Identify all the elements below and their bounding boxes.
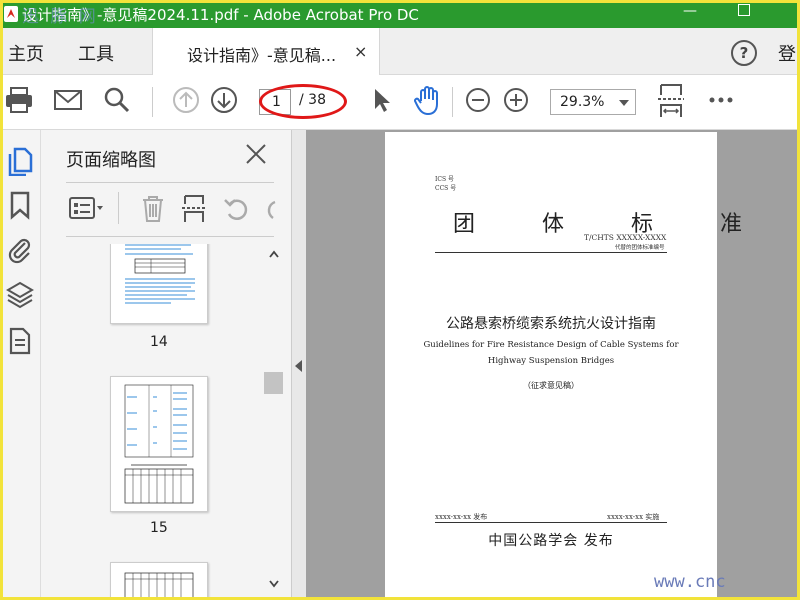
thumbnail-panel: 页面缩略图 14 15 — [41, 130, 292, 600]
panel-title: 页面缩略图 — [66, 150, 156, 171]
document-title-en-line2: Highway Suspension Bridges — [487, 356, 615, 366]
attachment-icon[interactable] — [6, 234, 34, 264]
login-button[interactable]: 登 — [778, 40, 796, 66]
standard-number: T/CHTS XXXXX-XXXX — [584, 233, 667, 242]
document-view[interactable]: ICS 号 CCS 号 团 体 标 准 T/CHTS XXXXX-XXXX 代替… — [306, 130, 800, 600]
rotate-clockwise-icon[interactable] — [263, 194, 277, 224]
next-page-icon[interactable] — [209, 85, 239, 115]
bottom-watermark: www.cnc — [654, 572, 726, 592]
print-icon[interactable] — [4, 85, 34, 115]
ccs-label: CCS 号 — [435, 185, 457, 192]
document-tab-label: 设计指南》-意见稿... — [187, 46, 337, 65]
rotate-counterclockwise-icon[interactable] — [223, 194, 251, 224]
hand-tool-icon[interactable] — [412, 85, 444, 117]
navigation-rail — [0, 130, 41, 600]
insert-page-icon[interactable] — [181, 194, 209, 224]
close-panel-icon[interactable] — [244, 142, 268, 166]
zoom-in-icon[interactable] — [501, 85, 531, 115]
email-icon[interactable] — [53, 85, 83, 115]
title-bar: 设计指南》-意见稿2024.11.pdf - Adobe Acrobat Pro… — [0, 0, 800, 28]
layers-icon[interactable] — [6, 280, 34, 310]
thumbnail-page-16[interactable] — [110, 562, 208, 600]
maximize-button[interactable] — [738, 1, 750, 16]
thumbnail-page-number: 15 — [150, 520, 168, 536]
more-options-icon[interactable] — [706, 85, 736, 115]
close-tab-icon[interactable]: × — [354, 42, 367, 61]
scroll-down-icon[interactable] — [269, 580, 279, 588]
tools-menu[interactable]: 工具 — [78, 40, 114, 66]
thumbnail-page-number: 14 — [150, 334, 168, 350]
delete-page-icon[interactable] — [139, 194, 167, 224]
thumbnail-page-15[interactable] — [110, 376, 208, 512]
zoom-value: 29.3% — [560, 94, 605, 110]
thumbnail-page-14[interactable] — [110, 244, 208, 324]
publisher: 中国公路学会 发布 — [488, 533, 614, 549]
document-title-en-line1: Guidelines for Fire Resistance Design of… — [423, 340, 679, 350]
menu-tab-bar: 主页 工具 设计指南》-意见稿... × ? 登 — [0, 28, 800, 75]
issue-date: xxxx-xx-xx 发布 — [435, 513, 488, 521]
ics-label: ICS 号 — [435, 176, 454, 183]
highlight-ellipse — [259, 84, 347, 119]
bookmark-icon[interactable] — [6, 190, 34, 220]
scrollbar-thumb[interactable] — [264, 372, 283, 394]
minimize-button[interactable]: — — [683, 3, 697, 19]
draft-label: （征求意见稿） — [523, 381, 579, 390]
main-toolbar: 1 / 38 29.3% — [0, 75, 800, 130]
zoom-out-icon[interactable] — [463, 85, 493, 115]
document-properties-icon[interactable] — [6, 326, 34, 356]
pdf-page: ICS 号 CCS 号 团 体 标 准 T/CHTS XXXXX-XXXX 代替… — [385, 132, 742, 600]
thumbnail-list: 14 15 — [66, 244, 260, 600]
implementation-date: xxxx-xx-xx 实施 — [607, 513, 660, 521]
document-tab[interactable]: 设计指南》-意见稿... × — [152, 28, 380, 75]
scroll-up-icon[interactable] — [269, 250, 279, 258]
document-title-cn: 公路悬索桥缆索系统抗火设计指南 — [446, 316, 656, 332]
chevron-down-icon — [619, 100, 629, 106]
page-thumbnails-icon[interactable] — [6, 146, 34, 176]
help-icon[interactable]: ? — [731, 40, 757, 66]
watermark-text: 迅 豚 网 — [22, 7, 99, 27]
panel-collapse-handle[interactable] — [292, 130, 306, 600]
previous-page-icon[interactable] — [171, 85, 201, 115]
thumbnail-options-icon[interactable] — [68, 194, 106, 222]
search-icon[interactable] — [102, 85, 132, 115]
fit-page-icon[interactable] — [656, 83, 686, 119]
replace-note: 代替的团体标准编号 — [615, 245, 665, 251]
home-menu[interactable]: 主页 — [8, 40, 44, 66]
acrobat-app-icon — [4, 6, 18, 22]
select-cursor-icon[interactable] — [366, 85, 396, 115]
collapse-arrow-icon — [295, 360, 302, 372]
zoom-dropdown[interactable]: 29.3% — [550, 89, 636, 115]
thumbnail-scrollbar[interactable] — [264, 244, 284, 600]
